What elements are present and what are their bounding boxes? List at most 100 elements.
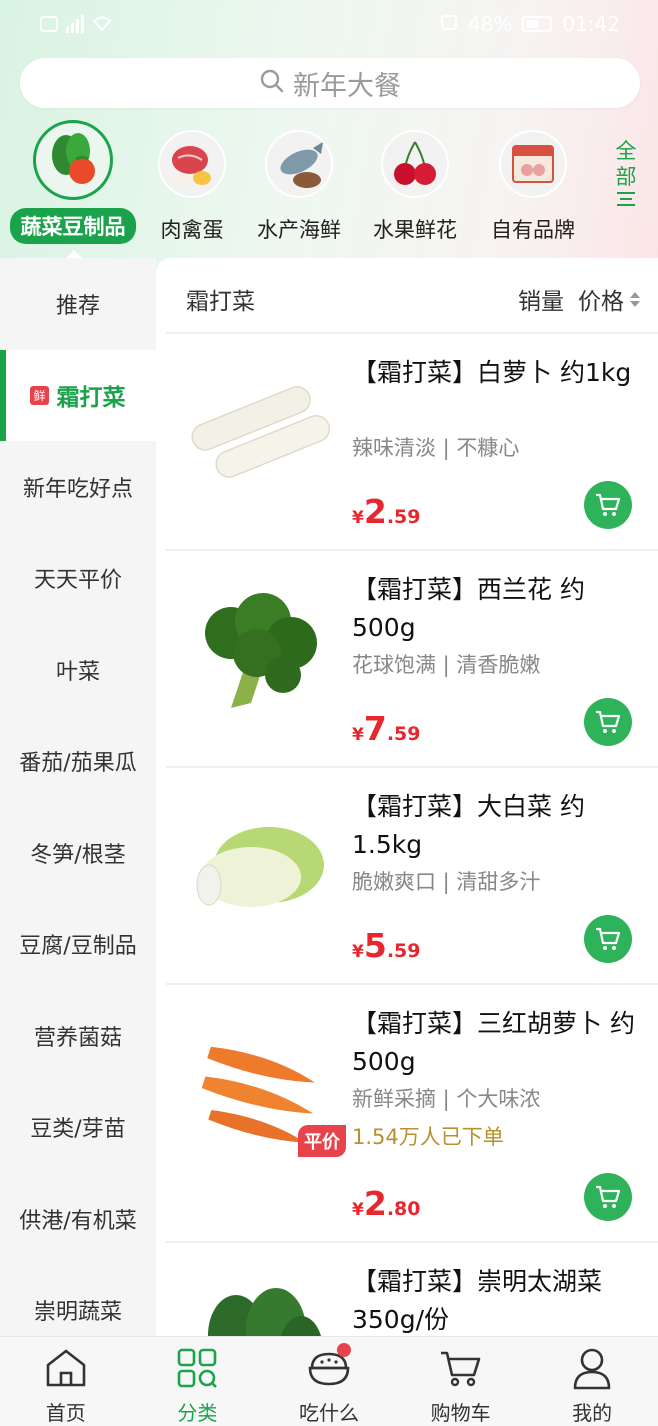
alarm-icon [440,12,458,36]
sidebar-item-label: 豆类/芽苗 [30,1117,126,1143]
all-categories-label: 全部 [615,139,637,189]
sidebar-item-label: 霜打菜 [56,385,126,412]
sidebar-item-frost-vegetables[interactable]: 鲜 霜打菜 [0,349,156,441]
category-sidebar: 推荐 鲜 霜打菜 新年吃好点 天天平价 叶菜 番茄/茄果瓜 冬笋/根茎 豆腐/豆… [0,258,156,1338]
product-card[interactable]: 【霜打菜】崇明太湖菜 350g/份 [166,1243,658,1336]
add-to-cart-button[interactable] [584,1173,632,1221]
sidebar-item-label: 供港/有机菜 [19,1208,137,1234]
sort-by-price[interactable]: 价格 [578,282,640,316]
sidebar-item-tofu[interactable]: 豆腐/豆制品 [0,899,156,991]
home-icon [43,1345,89,1391]
menu-lines-icon [612,192,640,206]
all-categories-button[interactable]: 全部 [612,138,640,206]
section-title: 霜打菜 [186,289,255,315]
product-card[interactable]: 【霜打菜】白萝卜 约1kg 辣味清淡 | 不糠心 ¥2.59 [166,334,658,551]
add-to-cart-button[interactable] [584,915,632,963]
category-label: 水果鲜花 [373,218,457,242]
category-fruit[interactable]: 水果鲜花 [366,120,464,244]
product-price: ¥5.59 [352,926,420,965]
sidebar-item-daily-value[interactable]: 天天平价 [0,533,156,625]
sidebar-item-roots[interactable]: 冬笋/根茎 [0,807,156,899]
nav-label: 首页 [45,1401,86,1425]
sidebar-item-beans-sprouts[interactable]: 豆类/芽苗 [0,1082,156,1174]
sort-arrows-icon [630,291,640,307]
sidebar-item-mushrooms[interactable]: 营养菌菇 [0,990,156,1082]
cart-icon [596,1185,621,1208]
bottom-navigation: 首页 分类 吃什么 购物车 我的 [0,1336,658,1426]
category-grid-icon [174,1345,220,1391]
sidebar-item-label: 营养菌菇 [33,1025,122,1051]
leafy-greens-image [186,1265,336,1336]
category-seafood[interactable]: 水产海鲜 [250,120,348,244]
status-left [40,12,112,36]
category-meat[interactable]: 肉禽蛋 [148,120,236,244]
price-decimal: .80 [386,1198,421,1220]
nav-label: 我的 [572,1401,613,1425]
product-card[interactable]: 【霜打菜】大白菜 约1.5kg 脆嫩爽口 | 清甜多汁 ¥5.59 [166,768,658,985]
napa-cabbage-image [186,790,336,950]
product-subtitle: 辣味清淡 | 不糠心 [352,436,520,460]
sidebar-item-label: 番茄/茄果瓜 [19,751,137,777]
price-integer: 5 [363,926,387,965]
price-decimal: .59 [386,506,421,528]
cheap-tag: 平价 [298,1125,346,1157]
category-vegetables[interactable]: 蔬菜豆制品 [10,120,136,244]
add-to-cart-button[interactable] [584,698,632,746]
sidebar-item-label: 叶菜 [55,659,100,685]
product-price: ¥2.59 [352,492,420,531]
category-label: 肉禽蛋 [160,218,224,242]
price-symbol: ¥ [352,1200,364,1220]
price-integer: 2 [363,492,387,531]
nav-label: 分类 [177,1401,218,1425]
order-count: 1.54万人已下单 [352,1125,504,1149]
sidebar-item-label: 推荐 [55,293,100,319]
sidebar-item-tomato-melon[interactable]: 番茄/茄果瓜 [0,716,156,808]
product-subtitle: 脆嫩爽口 | 清甜多汁 [352,870,541,894]
product-title: 【霜打菜】大白菜 约1.5kg [352,792,585,859]
nav-category[interactable]: 分类 [132,1337,264,1426]
sidebar-item-label: 崇明蔬菜 [33,1300,122,1326]
meat-icon [158,130,226,198]
fish-icon [265,130,333,198]
sidebar-item-label: 新年吃好点 [22,476,133,502]
fresh-badge: 鲜 [30,385,49,405]
sidebar-item-recommend[interactable]: 推荐 [0,258,156,350]
cart-icon [596,493,621,516]
profile-icon [569,1345,615,1391]
sidebar-item-leafy[interactable]: 叶菜 [0,624,156,716]
broccoli-image [186,573,336,733]
nav-cart[interactable]: 购物车 [395,1337,527,1426]
brand-product-icon [499,130,567,198]
status-right: 48% 01:42 [440,12,620,36]
price-integer: 7 [363,709,387,748]
cart-icon [596,710,621,733]
product-card[interactable]: 【霜打菜】西兰花 约500g 花球饱满 | 清香脆嫩 ¥7.59 [166,551,658,768]
status-time: 01:42 [562,12,620,36]
product-price: ¥7.59 [352,709,420,748]
sidebar-item-organic[interactable]: 供港/有机菜 [0,1173,156,1265]
signal-icon [66,15,84,33]
product-title: 【霜打菜】西兰花 约500g [352,575,585,642]
sidebar-item-new-year[interactable]: 新年吃好点 [0,441,156,533]
nav-home[interactable]: 首页 [0,1337,132,1426]
cart-icon [438,1345,484,1391]
hd-icon [40,16,58,32]
category-own-brand[interactable]: 自有品牌 [484,120,582,244]
search-bar[interactable]: 新年大餐 [20,58,640,108]
active-category-indicator [66,250,82,258]
category-label: 蔬菜豆制品 [10,208,136,244]
price-symbol: ¥ [352,942,364,962]
price-integer: 2 [363,1184,387,1223]
nav-label: 吃什么 [298,1401,359,1425]
nav-profile[interactable]: 我的 [526,1337,658,1426]
add-to-cart-button[interactable] [584,481,632,529]
product-card[interactable]: 平价 【霜打菜】三红胡萝卜 约500g 新鲜采摘 | 个大味浓 1.54万人已下… [166,985,658,1243]
price-symbol: ¥ [352,725,364,745]
cart-icon [596,927,621,950]
sidebar-item-label: 天天平价 [33,568,122,594]
nav-what-to-eat[interactable]: 吃什么 [263,1337,395,1426]
price-decimal: .59 [386,723,421,745]
sort-price-label: 价格 [578,289,624,315]
nav-label: 购物车 [430,1401,491,1425]
sort-by-sales[interactable]: 销量 [518,282,564,316]
